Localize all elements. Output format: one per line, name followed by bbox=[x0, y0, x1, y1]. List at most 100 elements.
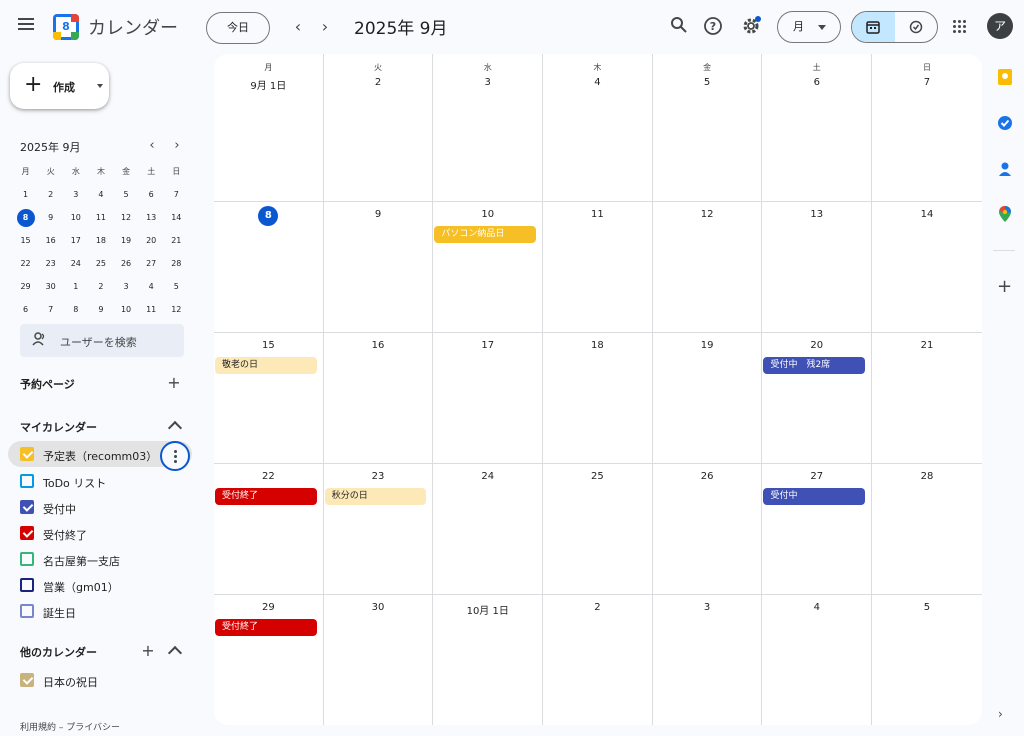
date-label[interactable]: 4 bbox=[543, 77, 652, 88]
event-chip[interactable]: 受付中 残2席 bbox=[763, 357, 866, 374]
date-label[interactable]: 18 bbox=[543, 340, 652, 351]
day-cell[interactable]: 日 7 bbox=[872, 54, 982, 201]
mini-day[interactable]: 11 bbox=[88, 206, 113, 229]
tasks-view-icon[interactable] bbox=[895, 12, 938, 42]
day-cell[interactable]: 23 秋分の日 bbox=[324, 464, 434, 594]
my-calendars-heading[interactable]: マイカレンダー bbox=[20, 419, 97, 435]
day-cell[interactable]: 土 6 bbox=[762, 54, 873, 201]
add-other-calendar-icon[interactable]: + bbox=[140, 641, 156, 660]
google-apps-icon[interactable] bbox=[953, 20, 967, 34]
contacts-icon[interactable] bbox=[996, 160, 1014, 178]
day-cell[interactable]: 18 bbox=[543, 333, 653, 463]
other-calendars-heading[interactable]: 他のカレンダー bbox=[20, 644, 97, 660]
calendar-item-sales[interactable]: 営業（gm01） bbox=[8, 572, 192, 598]
mini-day[interactable]: 20 bbox=[139, 229, 164, 252]
more-options-icon[interactable] bbox=[160, 441, 190, 471]
calendar-checkbox[interactable] bbox=[20, 604, 34, 618]
date-label[interactable]: 2 bbox=[324, 77, 433, 88]
calendar-checkbox[interactable] bbox=[20, 552, 34, 566]
day-cell[interactable]: 21 bbox=[872, 333, 982, 463]
date-label[interactable]: 17 bbox=[433, 340, 542, 351]
date-label[interactable]: 29 bbox=[214, 602, 323, 613]
get-addons-plus-icon[interactable]: + bbox=[997, 278, 1012, 296]
day-cell[interactable]: 木 4 bbox=[543, 54, 653, 201]
terms-privacy-link[interactable]: 利用規約 – プライバシー bbox=[20, 720, 120, 733]
mini-day[interactable]: 3 bbox=[63, 183, 88, 206]
keep-icon[interactable] bbox=[996, 68, 1014, 86]
mini-next-month-button[interactable]: › bbox=[170, 138, 184, 153]
view-selector[interactable]: 月 bbox=[777, 11, 841, 43]
day-cell[interactable]: 28 bbox=[872, 464, 982, 594]
settings-gear-icon[interactable] bbox=[740, 16, 762, 38]
mini-day[interactable]: 23 bbox=[38, 252, 63, 275]
day-cell[interactable]: 17 bbox=[433, 333, 544, 463]
mini-day[interactable]: 1 bbox=[63, 275, 88, 298]
day-cell[interactable]: 11 bbox=[543, 202, 653, 332]
collapse-my-calendars-icon[interactable] bbox=[167, 420, 183, 436]
mini-day[interactable]: 3 bbox=[114, 275, 139, 298]
mini-day[interactable]: 7 bbox=[164, 183, 189, 206]
day-cell[interactable]: 10 パソコン納品日 bbox=[433, 202, 544, 332]
date-label[interactable]: 3 bbox=[433, 77, 542, 88]
date-label[interactable]: 25 bbox=[543, 471, 652, 482]
date-label[interactable]: 19 bbox=[653, 340, 762, 351]
date-label[interactable]: 22 bbox=[214, 471, 323, 482]
event-chip[interactable]: パソコン納品日 bbox=[434, 226, 537, 243]
mini-day[interactable]: 12 bbox=[164, 298, 189, 321]
date-label[interactable]: 16 bbox=[324, 340, 433, 351]
mini-day[interactable]: 14 bbox=[164, 206, 189, 229]
mini-day[interactable]: 18 bbox=[88, 229, 113, 252]
mini-day[interactable]: 5 bbox=[114, 183, 139, 206]
date-label[interactable]: 24 bbox=[433, 471, 542, 482]
calendar-checkbox[interactable] bbox=[20, 526, 34, 540]
next-month-button[interactable]: › bbox=[315, 16, 335, 38]
date-label[interactable]: 28 bbox=[872, 471, 982, 482]
day-cell[interactable]: 金 5 bbox=[653, 54, 763, 201]
calendar-checkbox[interactable] bbox=[20, 500, 34, 514]
mini-day[interactable]: 19 bbox=[114, 229, 139, 252]
day-cell[interactable]: 8 bbox=[214, 202, 324, 332]
mini-day[interactable]: 9 bbox=[88, 298, 113, 321]
date-label[interactable]: 20 bbox=[762, 340, 871, 351]
date-label[interactable]: 2 bbox=[543, 602, 652, 613]
date-label[interactable]: 13 bbox=[762, 209, 871, 220]
calendar-item-nagoya[interactable]: 名古屋第一支店 bbox=[8, 546, 192, 572]
day-cell[interactable]: 15 敬老の日 bbox=[214, 333, 324, 463]
date-label[interactable]: 9月 1日 bbox=[214, 77, 323, 92]
date-label[interactable]: 7 bbox=[872, 77, 982, 88]
day-cell[interactable]: 3 bbox=[653, 595, 763, 725]
date-label-today[interactable]: 8 bbox=[214, 206, 323, 226]
date-label[interactable]: 30 bbox=[324, 602, 433, 613]
day-cell[interactable]: 5 bbox=[872, 595, 982, 725]
mini-day[interactable]: 24 bbox=[63, 252, 88, 275]
mini-day[interactable]: 27 bbox=[139, 252, 164, 275]
add-booking-page-icon[interactable]: + bbox=[166, 373, 182, 392]
mini-day[interactable]: 12 bbox=[114, 206, 139, 229]
event-chip[interactable]: 受付終了 bbox=[215, 488, 317, 505]
help-icon[interactable]: ? bbox=[702, 16, 724, 38]
day-cell[interactable]: 13 bbox=[762, 202, 873, 332]
mini-day[interactable]: 11 bbox=[139, 298, 164, 321]
date-label[interactable]: 4 bbox=[762, 602, 871, 613]
date-label[interactable]: 5 bbox=[653, 77, 762, 88]
mini-day[interactable]: 15 bbox=[13, 229, 38, 252]
day-cell[interactable]: 12 bbox=[653, 202, 763, 332]
mini-day[interactable]: 4 bbox=[88, 183, 113, 206]
day-cell[interactable]: 火 2 bbox=[324, 54, 434, 201]
mini-day[interactable]: 28 bbox=[164, 252, 189, 275]
day-cell[interactable]: 20 受付中 残2席 bbox=[762, 333, 873, 463]
day-cell[interactable]: 10月 1日 bbox=[433, 595, 544, 725]
today-button[interactable]: 今日 bbox=[206, 12, 270, 44]
date-label[interactable]: 12 bbox=[653, 209, 762, 220]
day-cell[interactable]: 水 3 bbox=[433, 54, 544, 201]
event-chip[interactable]: 受付中 bbox=[763, 488, 866, 505]
calendar-view-icon[interactable] bbox=[852, 12, 895, 42]
calendar-item-holidays[interactable]: 日本の祝日 bbox=[8, 667, 192, 693]
day-cell[interactable]: 25 bbox=[543, 464, 653, 594]
mini-day[interactable]: 7 bbox=[38, 298, 63, 321]
mini-day[interactable]: 2 bbox=[88, 275, 113, 298]
mini-prev-month-button[interactable]: ‹ bbox=[145, 138, 159, 153]
day-cell[interactable]: 22 受付終了 bbox=[214, 464, 324, 594]
calendar-checkbox[interactable] bbox=[20, 673, 34, 687]
calendar-item-birthdays[interactable]: 誕生日 bbox=[8, 598, 192, 624]
